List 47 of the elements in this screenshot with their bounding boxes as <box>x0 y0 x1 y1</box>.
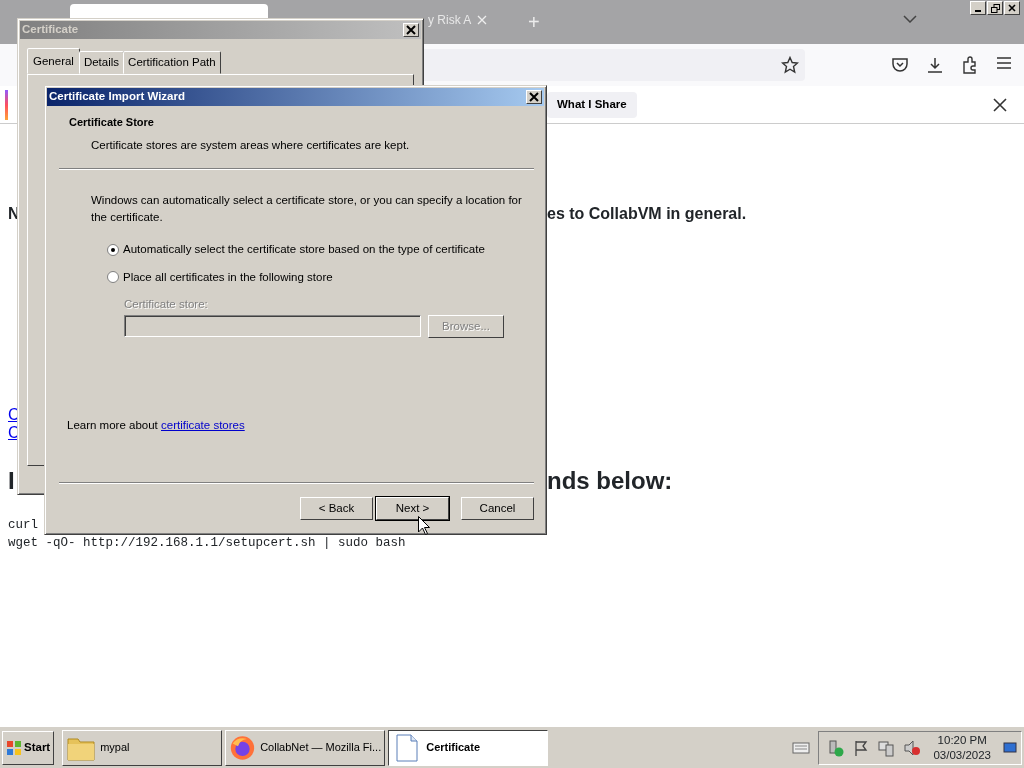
field-label: Certificate store: <box>124 296 209 312</box>
wizard-button[interactable]: Cancel <box>461 497 534 520</box>
taskbar-button[interactable]: CollabNet — Mozilla Fi... <box>225 729 386 766</box>
wizard-button[interactable]: < Back <box>300 497 373 520</box>
dialog-tab[interactable]: Details <box>78 51 125 75</box>
command-text: curl <box>8 517 38 534</box>
pocket-icon[interactable] <box>891 56 909 74</box>
close-button[interactable] <box>403 23 419 37</box>
clock-time: 10:20 PM <box>936 732 988 748</box>
dialog-tab[interactable]: General <box>27 48 80 75</box>
start-button[interactable]: Start <box>2 730 55 765</box>
flag-icon[interactable] <box>853 738 870 757</box>
taskbar-button[interactable]: Certificate <box>388 729 549 766</box>
taskbar-button[interactable]: mypal <box>62 729 223 766</box>
notification-button[interactable]: What I Share <box>547 91 637 118</box>
minimize-button[interactable] <box>970 1 986 15</box>
dialog-tab[interactable]: Certification Path <box>123 51 221 75</box>
download-icon[interactable] <box>926 56 944 74</box>
command-text: wget -qO- http://192.168.1.1/setupcert.sh | sudo bash <box>8 535 406 552</box>
radio-option[interactable]: Automatically select the certificate store based on the type of certificate <box>107 241 485 259</box>
speaker-muted-icon[interactable] <box>903 738 922 757</box>
desktop-icon[interactable] <box>1003 740 1017 755</box>
section-heading: nds below: <box>547 466 673 496</box>
page-text: es to CollabVM in general. <box>547 204 747 224</box>
learn-more-text: Learn more about certificate stores <box>67 417 246 433</box>
cursor-icon <box>418 516 430 535</box>
close-button[interactable] <box>526 90 542 104</box>
help-link[interactable]: certificate stores <box>161 418 245 431</box>
intro-text: Windows can automatically select a certificate store, or you can specify a location for the certificate. <box>91 192 523 225</box>
close-icon[interactable] <box>1008 4 1016 12</box>
notification-stripe <box>5 89 8 120</box>
section-heading: I <box>8 467 15 494</box>
close-icon[interactable] <box>993 97 1007 112</box>
chevron-down-icon[interactable] <box>903 15 917 23</box>
star-icon[interactable] <box>781 56 799 74</box>
window-title: Certificate Import Wizard <box>49 89 185 105</box>
close-button[interactable] <box>1004 1 1020 15</box>
start-logo-icon[interactable] <box>6 739 22 756</box>
puzzle-icon[interactable] <box>961 56 979 74</box>
wizard-heading: Certificate Store <box>69 115 155 130</box>
wizard-button[interactable]: Next > <box>376 497 449 520</box>
wizard-subtitle: Certificate stores are system areas where certificates are kept. <box>91 137 411 153</box>
menu-icon[interactable] <box>996 56 1012 70</box>
radio-option[interactable]: Place all certificates in the following store <box>107 268 333 286</box>
computer-icon[interactable] <box>877 738 896 757</box>
clock-date: 03/03/2023 <box>933 747 991 763</box>
window-title: Certificate <box>22 22 79 38</box>
